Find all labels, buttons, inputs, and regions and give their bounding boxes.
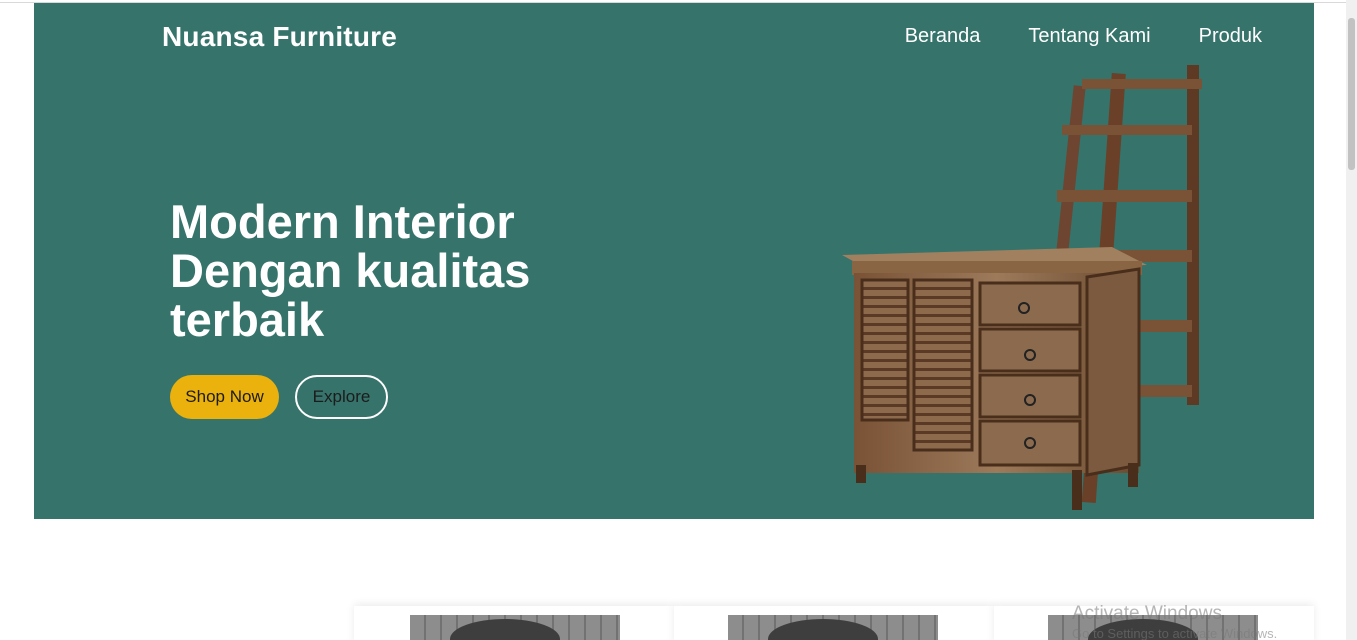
- hero-headline: Modern Interior Dengan kualitas terbaik: [170, 197, 590, 344]
- nav-link-tentang-kami[interactable]: Tentang Kami: [1028, 25, 1150, 48]
- headline-line-3: terbaik: [170, 293, 325, 346]
- explore-button[interactable]: Explore: [295, 375, 388, 419]
- product-card-image: [728, 615, 938, 640]
- nav-link-beranda[interactable]: Beranda: [905, 25, 981, 48]
- hero-furniture-image: [842, 65, 1202, 510]
- hero-banner: Nuansa Furniture Beranda Tentang Kami Pr…: [34, 3, 1314, 519]
- main-nav: Beranda Tentang Kami Produk: [905, 25, 1262, 48]
- watermark-subtitle: Go to Settings to activate Windows.: [1072, 626, 1278, 640]
- product-card[interactable]: [354, 606, 674, 640]
- watermark-title: Activate Windows: [1072, 603, 1222, 624]
- headline-line-2: Dengan kualitas: [170, 244, 531, 297]
- page-scrollbar[interactable]: [1346, 0, 1357, 640]
- headline-line-1: Modern Interior: [170, 195, 515, 248]
- product-card-image: [410, 615, 620, 640]
- nav-link-produk[interactable]: Produk: [1199, 25, 1262, 48]
- scrollbar-thumb[interactable]: [1348, 18, 1355, 170]
- brand-logo-text[interactable]: Nuansa Furniture: [162, 21, 397, 53]
- shop-now-button[interactable]: Shop Now: [170, 375, 279, 419]
- hero-actions: Shop Now Explore: [170, 375, 388, 419]
- product-card[interactable]: [674, 606, 994, 640]
- windows-activation-watermark: Activate Windows Go to Settings to activ…: [1072, 604, 1277, 640]
